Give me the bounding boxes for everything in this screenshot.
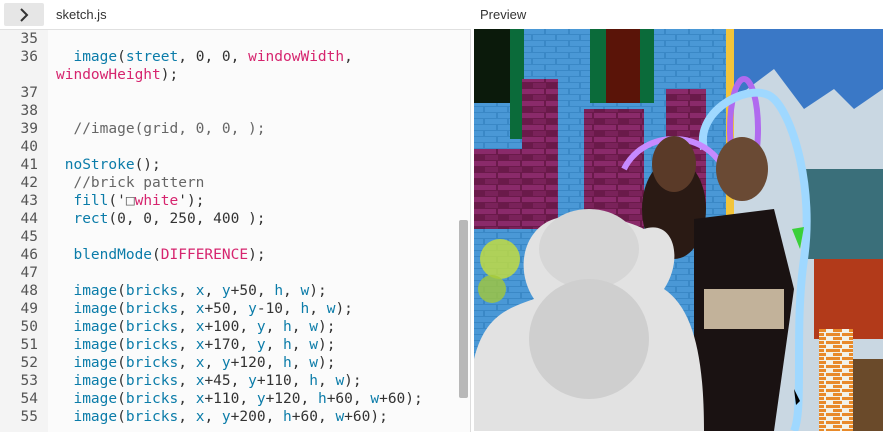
editor-scrollbar-thumb[interactable] <box>459 220 468 398</box>
line-number: 53 <box>20 373 38 389</box>
line-number: 43 <box>20 193 38 209</box>
code-text: image(bricks, x, y+50, h, w); <box>73 283 327 299</box>
code-line[interactable]: 44 rect(0, 0, 250, 400 ); <box>0 210 470 228</box>
line-number: 38 <box>20 103 38 119</box>
code-text: image(bricks, x, y+120, h, w); <box>73 355 336 371</box>
line-number: 49 <box>20 301 38 317</box>
line-number: 45 <box>20 229 38 245</box>
line-number: 42 <box>20 175 38 191</box>
line-number: 51 <box>20 337 38 353</box>
code-text: rect(0, 0, 250, 400 ); <box>73 211 266 227</box>
line-number: 54 <box>20 391 38 407</box>
code-line[interactable]: 53 image(bricks, x+45, y+110, h, w); <box>0 372 470 390</box>
code-line[interactable]: 42 //brick pattern <box>0 174 470 192</box>
code-text: blendMode(DIFFERENCE); <box>73 247 266 263</box>
code-text: fill('□white'); <box>73 193 205 209</box>
code-line[interactable]: 38 <box>0 102 470 120</box>
code-text: image(bricks, x+45, y+110, h, w); <box>73 373 362 389</box>
code-line[interactable]: 47 <box>0 264 470 282</box>
line-number: 44 <box>20 211 38 227</box>
code-line[interactable]: 50 image(bricks, x+100, y, h, w); <box>0 318 470 336</box>
line-number: 39 <box>20 121 38 137</box>
chevron-right-icon <box>20 7 29 22</box>
code-text: image(bricks, x+50, y-10, h, w); <box>73 301 353 317</box>
code-line[interactable]: 45 <box>0 228 470 246</box>
code-line[interactable]: 39 //image(grid, 0, 0, ); <box>0 120 470 138</box>
code-line[interactable]: 35 <box>0 30 470 48</box>
code-text: image(bricks, x+100, y, h, w); <box>73 319 336 335</box>
line-number: 46 <box>20 247 38 263</box>
line-number: 41 <box>20 157 38 173</box>
code-line[interactable]: windowHeight); <box>0 66 470 84</box>
code-text: image(bricks, x+110, y+120, h+60, w+60); <box>73 391 423 407</box>
code-text: image(street, 0, 0, windowWidth, <box>73 49 353 65</box>
line-number: 50 <box>20 319 38 335</box>
code-line[interactable]: 48 image(bricks, x, y+50, h, w); <box>0 282 470 300</box>
code-line[interactable]: 46 blendMode(DIFFERENCE); <box>0 246 470 264</box>
line-number: 40 <box>20 139 38 155</box>
code-line[interactable]: 41 noStroke(); <box>0 156 470 174</box>
code-text: image(bricks, x, y+200, h+60, w+60); <box>73 409 388 425</box>
code-editor[interactable]: 35 36 image(street, 0, 0, windowWidth, win… <box>0 29 471 432</box>
line-number: 55 <box>20 409 38 425</box>
line-number: 36 <box>20 49 38 65</box>
code-line[interactable]: 49 image(bricks, x+50, y-10, h, w); <box>0 300 470 318</box>
code-line[interactable]: 52 image(bricks, x, y+120, h, w); <box>0 354 470 372</box>
line-number: 52 <box>20 355 38 371</box>
code-text: image(bricks, x+170, y, h, w); <box>73 337 336 353</box>
preview-canvas[interactable] <box>474 29 883 431</box>
code-text: noStroke(); <box>64 157 161 173</box>
file-name-tab[interactable]: sketch.js <box>56 7 107 22</box>
code-line[interactable]: 51 image(bricks, x+170, y, h, w); <box>0 336 470 354</box>
code-line[interactable]: 55 image(bricks, x, y+200, h+60, w+60); <box>0 408 470 426</box>
line-number: 47 <box>20 265 38 281</box>
line-number: 48 <box>20 283 38 299</box>
top-bar: sketch.js Preview <box>0 0 883 29</box>
preview-label: Preview <box>480 7 527 22</box>
sidebar-toggle-button[interactable] <box>4 3 44 26</box>
code-text: //image(grid, 0, 0, ); <box>56 121 266 137</box>
code-line[interactable]: 43 fill('□white'); <box>0 192 470 210</box>
code-line[interactable]: 37 <box>0 84 470 102</box>
code-line[interactable]: 40 <box>0 138 470 156</box>
code-text: windowHeight); <box>56 67 179 83</box>
code-line[interactable]: 54 image(bricks, x+110, y+120, h+60, w+6… <box>0 390 470 408</box>
line-number: 37 <box>20 85 38 101</box>
code-line[interactable]: 36 image(street, 0, 0, windowWidth, <box>0 48 470 66</box>
preview-artwork <box>474 29 883 431</box>
line-number: 35 <box>20 31 38 47</box>
code-text: //brick pattern <box>56 175 205 191</box>
